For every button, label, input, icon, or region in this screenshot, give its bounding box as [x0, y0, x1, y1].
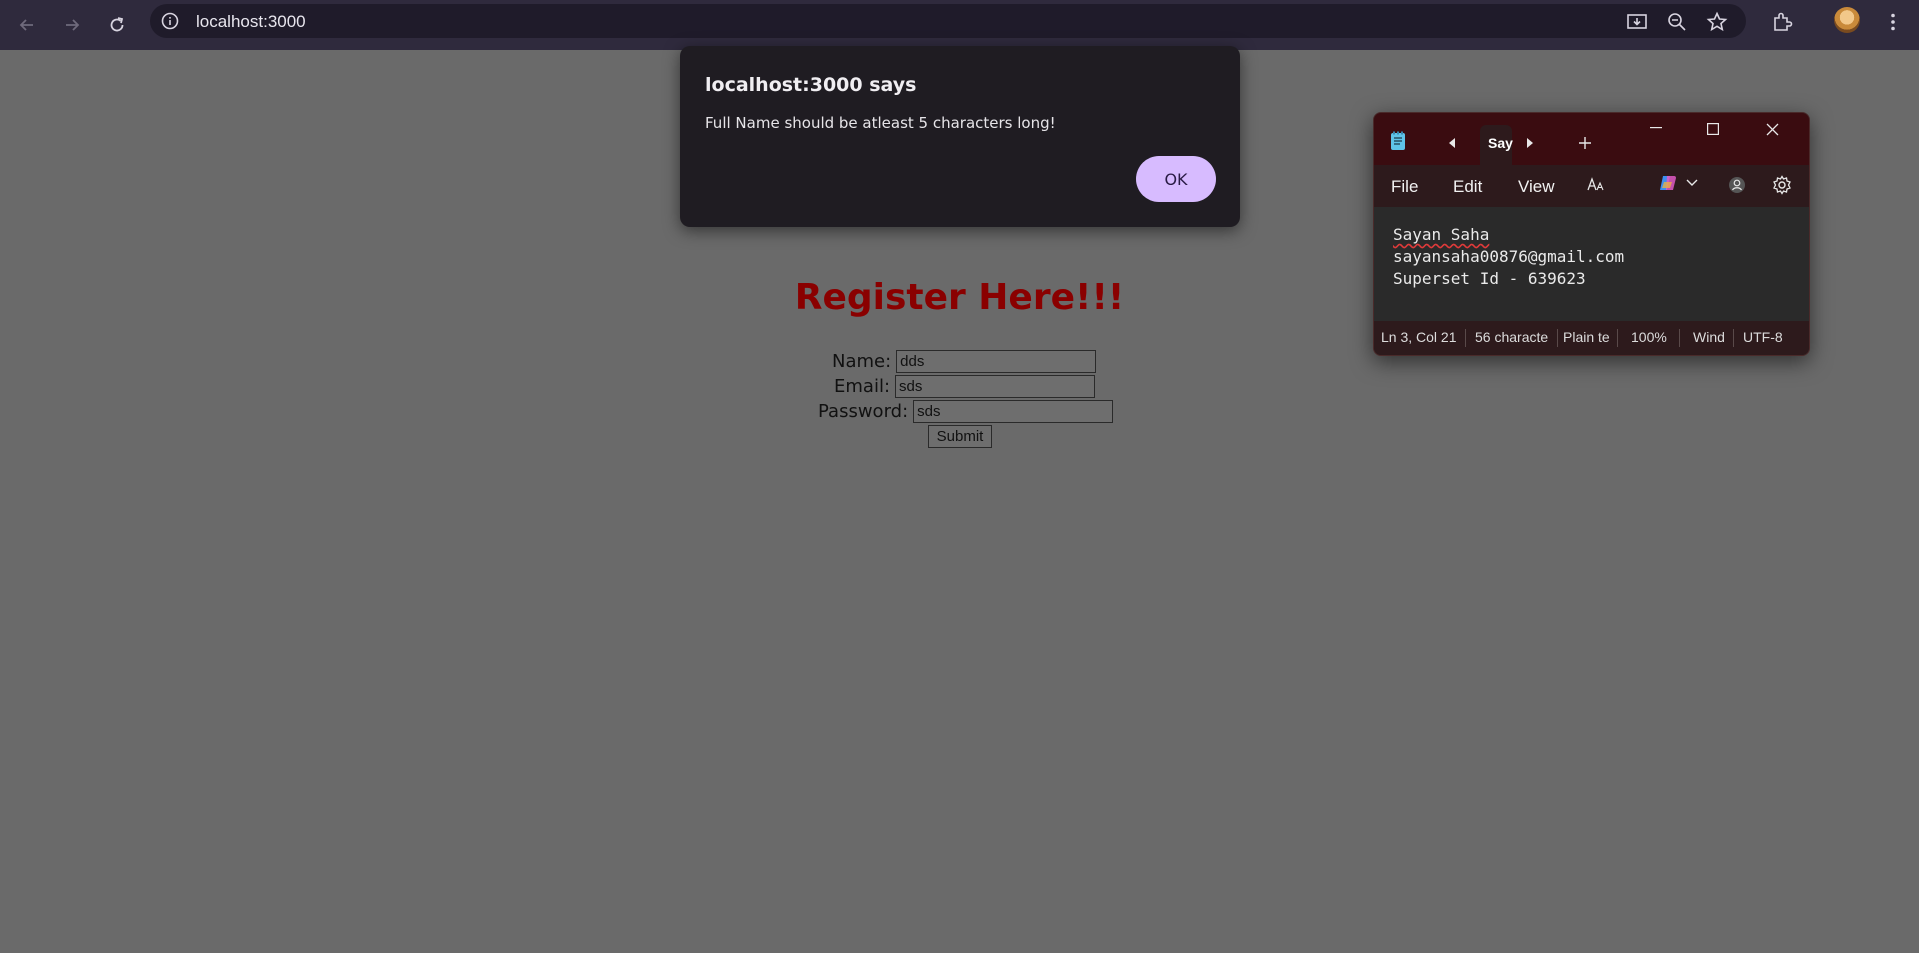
caret-right-icon — [1527, 138, 1533, 148]
back-button[interactable] — [10, 8, 44, 42]
bookmark-star-icon — [1706, 11, 1728, 32]
settings-button[interactable] — [1771, 174, 1793, 196]
copilot-icon — [1660, 176, 1676, 190]
extensions-icon — [1774, 12, 1793, 31]
menu-kebab-icon — [1891, 13, 1895, 31]
alert-ok-button[interactable]: OK — [1136, 156, 1216, 202]
site-info-icon[interactable] — [160, 11, 180, 31]
notepad-line-1-text: Sayan Saha — [1393, 225, 1490, 244]
name-label: Name: — [832, 351, 892, 372]
status-divider — [1733, 329, 1734, 347]
browser-toolbar: localhost:3000 — [0, 0, 1919, 50]
gear-icon — [1773, 175, 1791, 195]
alert-title: localhost:3000 says — [705, 74, 917, 96]
password-field[interactable] — [913, 400, 1114, 423]
menu-view[interactable]: View — [1518, 177, 1555, 197]
address-bar[interactable]: localhost:3000 — [150, 4, 1746, 38]
status-divider — [1465, 329, 1466, 347]
email-row: Email: — [834, 375, 1096, 398]
reload-icon — [110, 17, 124, 32]
url-text[interactable]: localhost:3000 — [196, 12, 306, 32]
install-app-button[interactable] — [1623, 8, 1651, 36]
caret-left-icon — [1449, 138, 1455, 148]
status-zoom: 100% — [1631, 329, 1667, 345]
new-tab-button[interactable] — [1577, 135, 1593, 151]
forward-icon — [66, 19, 80, 31]
forward-button[interactable] — [55, 8, 89, 42]
notepad-line-1: Sayan Saha — [1393, 225, 1489, 244]
zoom-icon — [1668, 13, 1686, 31]
text-format-icon — [1587, 177, 1604, 191]
formatting-button[interactable] — [1584, 173, 1608, 197]
status-format: Plain te — [1563, 329, 1610, 345]
name-field[interactable] — [896, 350, 1097, 373]
zoom-button[interactable] — [1663, 8, 1691, 36]
status-divider — [1679, 329, 1680, 347]
notepad-line-3: Superset Id - 639623 — [1393, 269, 1586, 288]
account-icon — [1729, 177, 1745, 193]
status-encoding: UTF-8 — [1743, 329, 1783, 345]
alert-dialog: localhost:3000 says Full Name should be … — [680, 46, 1240, 227]
maximize-icon — [1707, 123, 1719, 135]
reload-button[interactable] — [100, 8, 134, 42]
tab-scroll-right-button[interactable] — [1522, 135, 1538, 151]
profile-avatar[interactable] — [1834, 7, 1860, 33]
bookmark-button[interactable] — [1703, 8, 1731, 36]
close-button[interactable] — [1760, 121, 1784, 137]
back-icon — [19, 19, 33, 31]
password-row: Password: — [818, 400, 1114, 423]
submit-button[interactable]: Submit — [928, 425, 992, 448]
email-label: Email: — [834, 376, 891, 397]
notepad-line-2: sayansaha00876@gmail.com — [1393, 247, 1625, 266]
chevron-down-icon — [1686, 179, 1698, 186]
notepad-app-icon — [1389, 131, 1407, 151]
menu-button[interactable] — [1879, 8, 1907, 36]
minimize-button[interactable] — [1644, 121, 1668, 135]
status-divider — [1557, 329, 1558, 347]
alert-message: Full Name should be atleast 5 characters… — [705, 114, 1056, 132]
copilot-dropdown-button[interactable] — [1684, 175, 1700, 191]
notepad-window: Say File Edit View Sayan Saha sayansaha0… — [1373, 112, 1810, 356]
menu-file[interactable]: File — [1391, 177, 1418, 197]
close-icon — [1766, 123, 1778, 135]
status-characters: 56 characte — [1475, 329, 1549, 345]
account-button[interactable] — [1727, 175, 1747, 195]
tab-scroll-left-button[interactable] — [1444, 135, 1460, 151]
plus-icon — [1579, 137, 1591, 149]
extensions-button[interactable] — [1768, 8, 1796, 36]
minimize-icon — [1650, 127, 1662, 129]
install-app-icon — [1627, 14, 1647, 29]
notepad-tab[interactable]: Say — [1480, 125, 1513, 165]
email-field[interactable] — [895, 375, 1096, 398]
password-label: Password: — [818, 401, 909, 422]
status-line-ending: Wind — [1693, 329, 1725, 345]
menu-edit[interactable]: Edit — [1453, 177, 1482, 197]
maximize-button[interactable] — [1701, 121, 1725, 137]
status-position: Ln 3, Col 21 — [1381, 329, 1457, 345]
copilot-button[interactable] — [1656, 171, 1680, 195]
status-divider — [1617, 329, 1618, 347]
name-row: Name: — [832, 350, 1097, 373]
